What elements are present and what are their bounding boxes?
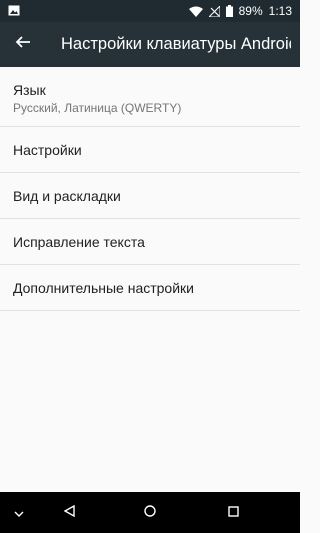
list-item-advanced-settings[interactable]: Дополнительные настройки: [0, 265, 300, 311]
wifi-icon: [188, 6, 203, 17]
app-bar: Настройки клавиатуры Android: [0, 22, 300, 67]
settings-list: Язык Русский, Латиница (QWERTY) Настройк…: [0, 67, 300, 311]
back-button[interactable]: [10, 31, 36, 57]
list-item-label: Исправление текста: [13, 233, 145, 250]
list-item-label: Вид и раскладки: [13, 187, 121, 204]
list-item-label: Настройки: [13, 141, 82, 158]
list-item-label: Дополнительные настройки: [13, 279, 194, 296]
page-title: Настройки клавиатуры Android: [61, 35, 291, 53]
no-signal-icon: [208, 5, 220, 17]
battery-icon: [225, 5, 233, 17]
chevron-down-icon: [14, 504, 24, 522]
back-triangle-icon: [63, 504, 75, 522]
list-item-text-correction[interactable]: Исправление текста: [0, 219, 300, 265]
nav-home-button[interactable]: [139, 492, 161, 533]
nav-back-button[interactable]: [58, 492, 80, 533]
list-item-appearance-layouts[interactable]: Вид и раскладки: [0, 173, 300, 219]
image-notification-icon: [8, 5, 20, 16]
list-item-summary: Русский, Латиница (QWERTY): [13, 101, 182, 115]
home-circle-icon: [144, 504, 156, 522]
list-item-language[interactable]: Язык Русский, Латиница (QWERTY): [0, 67, 300, 127]
status-bar: 89% 1:13: [0, 0, 300, 22]
list-item-settings[interactable]: Настройки: [0, 127, 300, 173]
status-right-group: 89% 1:13: [188, 0, 292, 22]
navigation-bar: [0, 492, 300, 533]
recents-square-icon: [227, 504, 239, 522]
hide-keyboard-button[interactable]: [8, 492, 30, 533]
list-item-label: Язык: [13, 82, 46, 98]
battery-percent: 89%: [238, 4, 263, 18]
clock: 1:13: [268, 4, 292, 18]
nav-recents-button[interactable]: [222, 492, 244, 533]
arrow-back-icon: [15, 34, 31, 55]
